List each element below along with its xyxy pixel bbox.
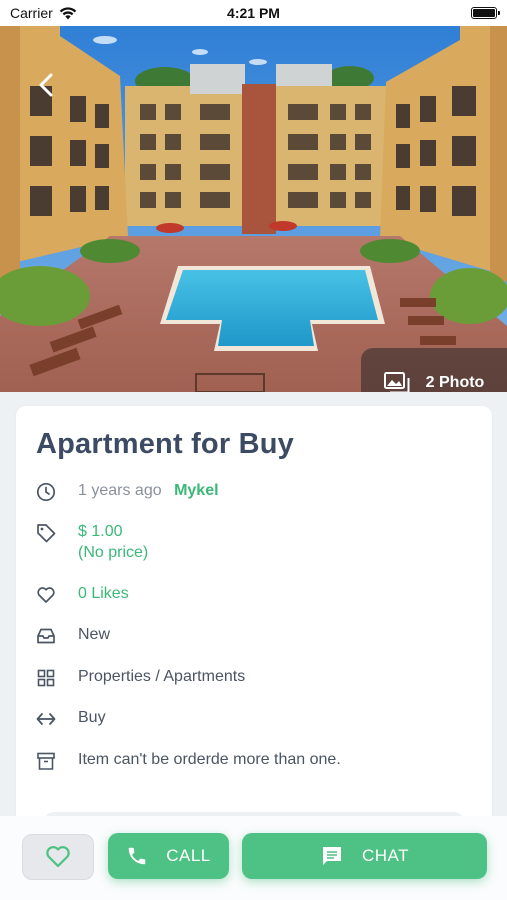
clock-icon [36,482,56,502]
chat-label: CHAT [361,846,409,865]
price-value: $ 1.00 [78,523,123,540]
item-type: Buy [78,709,106,726]
favorite-button[interactable] [22,834,94,880]
item-detail-card: Apartment for Buy 1 years ago Mykel $ 1.… [16,406,492,826]
inbox-icon [37,628,55,644]
photo-gallery-icon [383,372,410,392]
status-bar: Carrier 4:21 PM [0,0,507,26]
seller-name-link[interactable]: Mykel [174,482,218,499]
heart-outline-icon [37,587,55,603]
chat-bubble-icon [322,847,341,865]
heart-icon [46,846,70,868]
price-row: $ 1.00 (No price) [36,523,148,562]
phone-icon [128,847,146,865]
archive-box-icon [37,752,55,770]
likes-count[interactable]: 0 Likes [78,585,129,603]
swap-arrows-icon [36,713,56,725]
category-row: Properties / Apartments [36,668,245,688]
item-category: Properties / Apartments [78,668,246,685]
hero-image[interactable]: 2 Photo [0,26,507,392]
likes-row: 0 Likes [36,585,129,605]
type-row: Buy [36,709,106,729]
bottom-action-bar: CALL CHAT [0,816,507,900]
back-button[interactable] [32,70,60,100]
price-tag-icon [37,524,56,543]
status-time: 4:21 PM [227,5,280,21]
carrier-label: Carrier [10,5,53,21]
call-button[interactable]: CALL [108,833,229,879]
call-label: CALL [166,846,211,865]
chevron-left-icon [39,73,53,97]
posted-row: 1 years ago Mykel [36,482,219,502]
price-note: (No price) [78,544,149,561]
photo-count-badge[interactable]: 2 Photo [361,348,507,392]
item-title: Apartment for Buy [36,428,294,460]
carrier-group: Carrier [10,5,77,21]
grid-category-icon [37,669,55,687]
battery-icon [471,7,500,19]
apartment-photo [0,26,507,392]
wifi-icon [59,6,76,19]
order-note: Item can't be orderde more than one. [78,751,341,768]
order-note-row: Item can't be orderde more than one. [36,751,341,771]
item-condition: New [78,626,111,643]
photo-count-label: 2 Photo [425,374,485,391]
posted-time: 1 years ago [78,482,162,499]
chat-button[interactable]: CHAT [242,833,487,879]
condition-row: New [36,626,110,646]
